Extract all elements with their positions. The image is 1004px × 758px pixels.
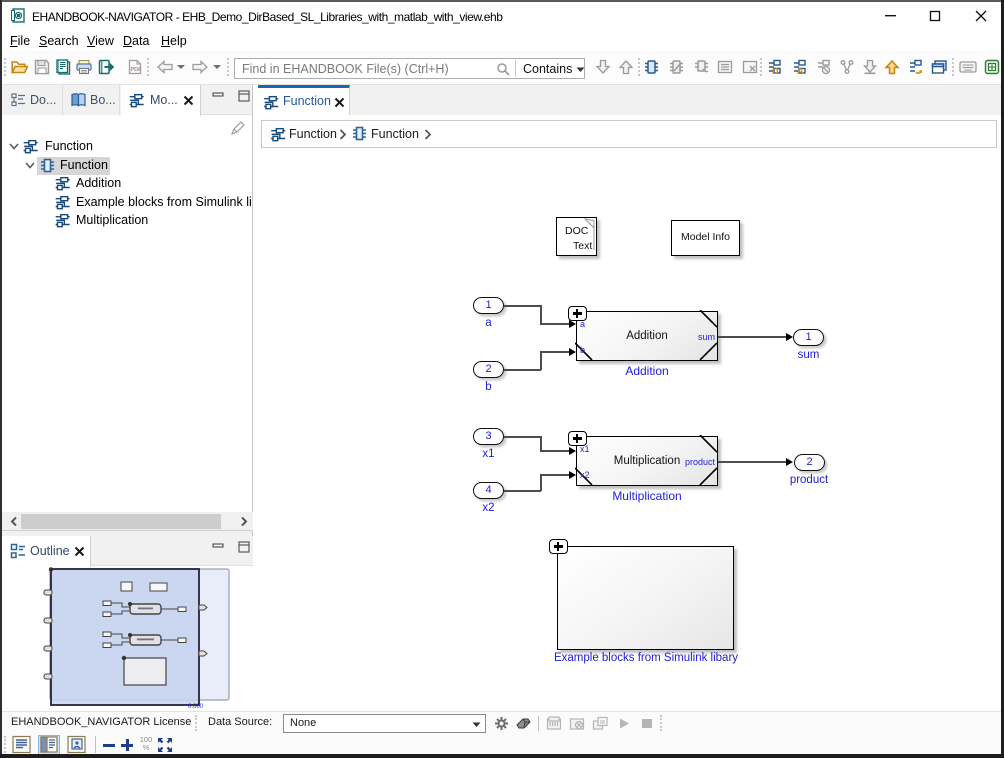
svg-text:D: D	[772, 66, 779, 75]
svg-text:A: A	[797, 66, 804, 75]
svg-text:0.000: 0.000	[188, 704, 204, 710]
svg-text:PDF: PDF	[131, 67, 143, 73]
